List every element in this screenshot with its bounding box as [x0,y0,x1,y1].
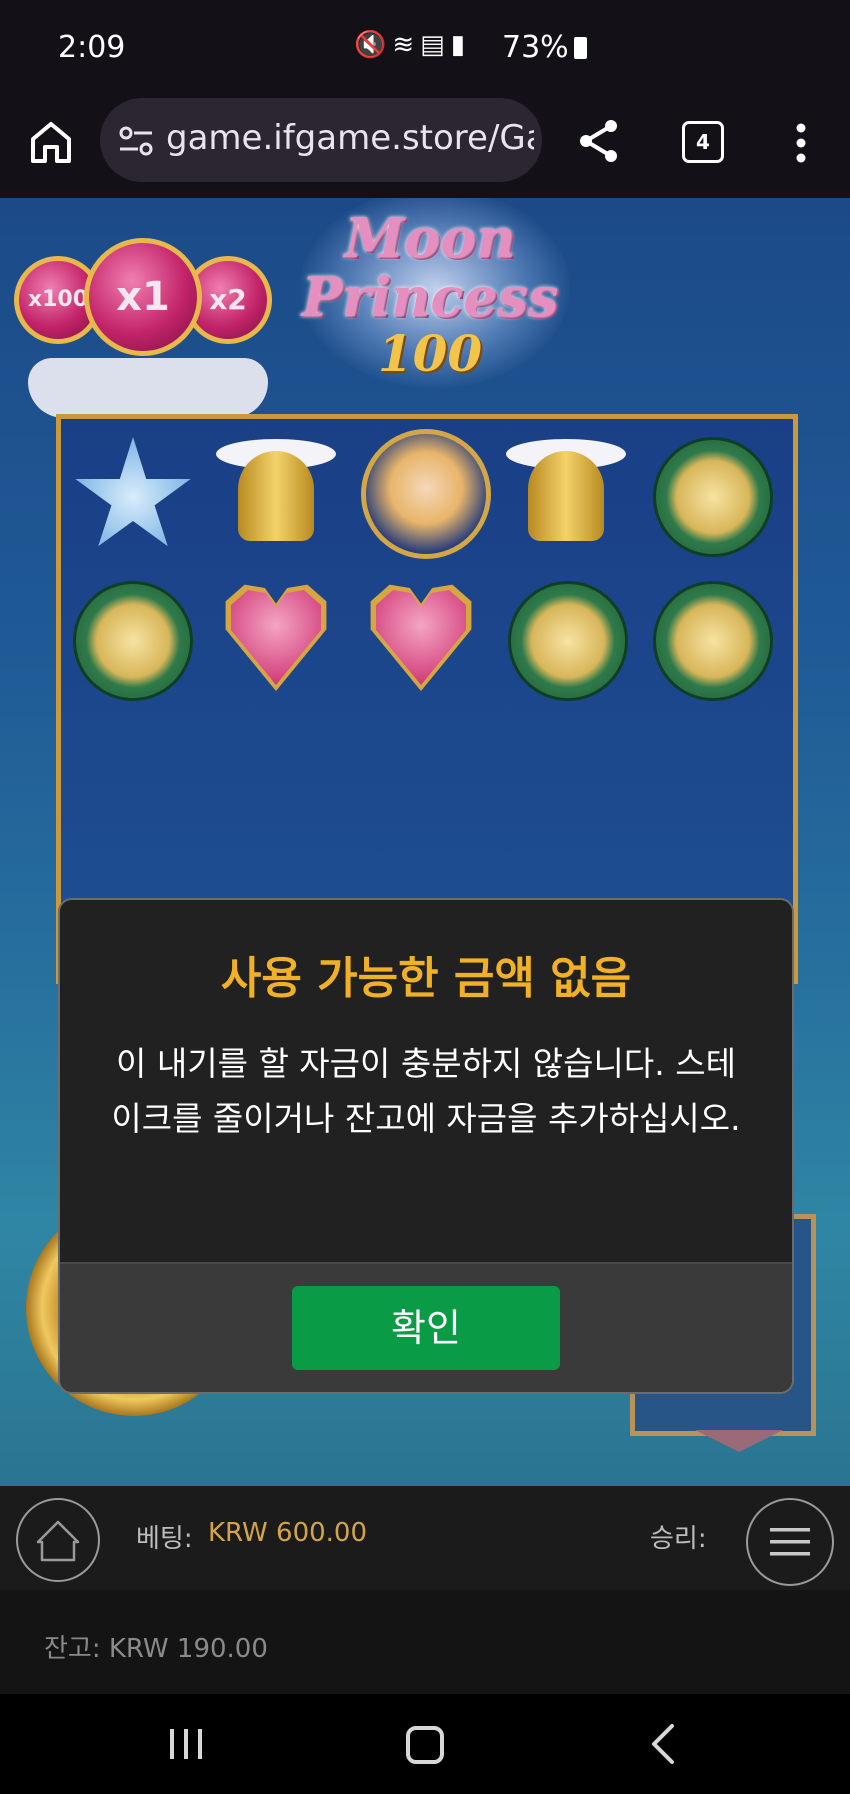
symbol-winged-bell [216,433,336,553]
game-control-bar: 베팅: KRW 600.00 승리: [0,1486,850,1590]
browser-home-button[interactable] [26,117,76,167]
symbol-winged-heart [361,577,481,697]
symbol-green-coin [653,437,773,557]
browser-toolbar: game.ifgame.store/Ga 4 [0,92,850,198]
symbol-green-coin [653,581,773,701]
share-button[interactable] [574,116,624,166]
nav-home-icon[interactable] [406,1726,444,1764]
status-time: 2:09 [58,30,126,65]
logo-line-1: Moon [344,206,516,270]
back-icon[interactable] [650,1722,676,1766]
multiplier-orb-active: x1 [84,238,202,356]
signal-icon: ▮ [450,30,472,60]
hamburger-menu-icon [770,1528,810,1556]
logo-line-2: Princess [301,265,559,329]
game-canvas[interactable]: Moon Princess 100 x100 x2 x1 사용 가능한 금액 없… [0,198,850,1486]
insufficient-funds-dialog: 사용 가능한 금액 없음 이 내기를 할 자금이 충분하지 않습니다. 스테이크… [58,898,794,1394]
dialog-message: 이 내기를 할 자금이 충분하지 않습니다. 스테이크를 줄이거나 잔고에 자금… [111,1044,741,1138]
battery-percent: 73% [502,30,569,65]
game-logo: Moon Princess 100 [260,208,600,398]
battery-icon [573,37,587,59]
home-icon [31,122,71,163]
symbol-star-moon [75,437,191,547]
ok-button[interactable]: 확인 [292,1286,560,1370]
more-vert-icon [796,123,806,163]
symbol-winged-heart [216,577,336,697]
symbol-green-coin [508,581,628,701]
dialog-body: 사용 가능한 금액 없음 이 내기를 할 자금이 충분하지 않습니다. 스테이크… [60,900,792,1262]
system-navigation-bar [0,1694,850,1794]
logo-line-3: 100 [377,324,483,383]
browser-menu-button[interactable] [784,118,818,168]
symbol-winged-bell [506,433,626,553]
multiplier-display: x100 x2 x1 [8,238,278,418]
recents-icon[interactable] [168,1726,204,1762]
wifi-icon: ≋ [392,30,421,60]
url-bar[interactable]: game.ifgame.store/Ga [100,98,542,182]
site-settings-icon[interactable] [118,124,154,158]
symbol-green-coin [73,581,193,701]
battery-indicator: 73% [502,30,587,65]
mute-icon: 🔇 [354,30,393,60]
game-home-button[interactable] [16,1498,100,1582]
bet-value[interactable]: KRW 600.00 [208,1518,367,1548]
dialog-footer: 확인 [60,1262,792,1392]
status-bar: 2:09 🔇≋▤▮ 73% [0,0,850,92]
balance-text: 잔고: KRW 190.00 [44,1634,268,1664]
balance-bar: 잔고: KRW 190.00 [0,1590,850,1694]
home-icon [36,1520,80,1562]
win-label: 승리: [650,1524,707,1554]
symbol-princess-portrait [361,429,491,559]
share-icon [580,120,617,162]
dialog-title: 사용 가능한 금액 없음 [220,953,632,1004]
status-icons: 🔇≋▤▮ [354,30,471,60]
url-text[interactable]: game.ifgame.store/Ga [166,118,534,158]
hd-voice-icon: ▤ [420,30,451,60]
wings-decoration [28,358,268,418]
game-menu-button[interactable] [746,1498,834,1586]
bet-label: 베팅: [136,1524,193,1554]
tab-switcher-button[interactable]: 4 [682,121,724,163]
